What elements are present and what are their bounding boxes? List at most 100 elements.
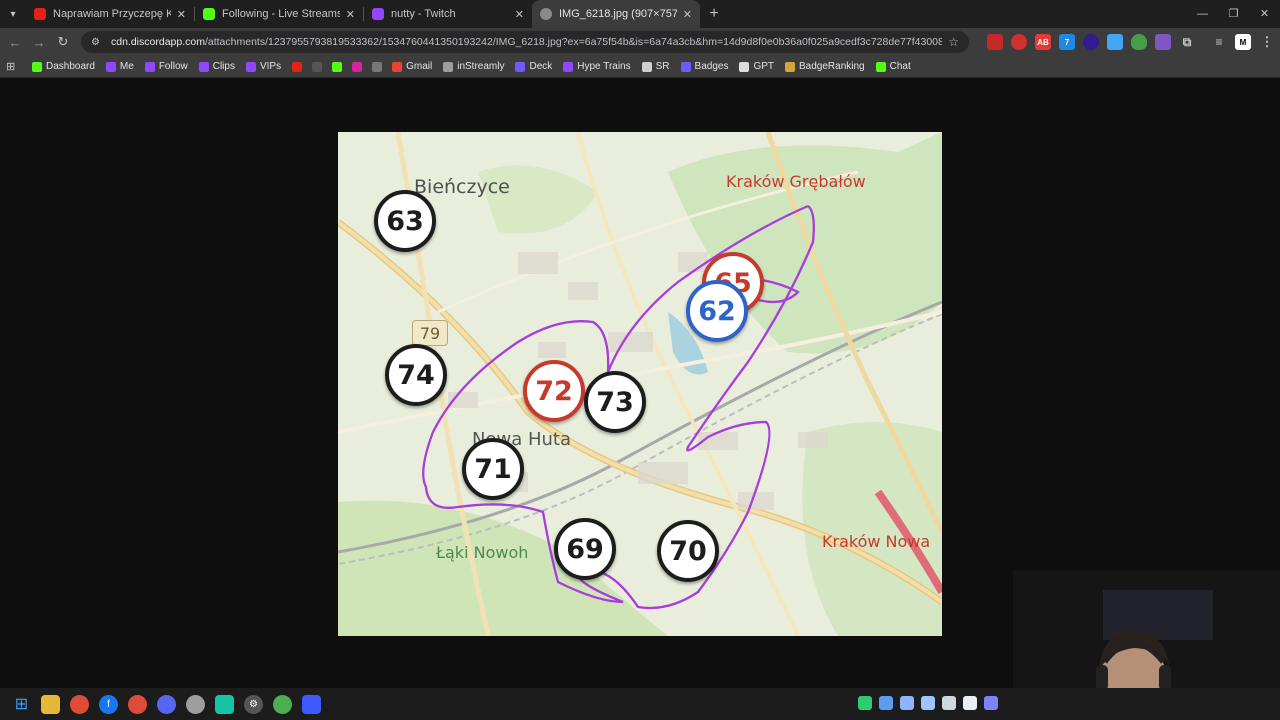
tab-youtube[interactable]: Naprawiam Przyczepę Kemping ✕ bbox=[26, 0, 194, 28]
site-info-icon[interactable]: ⚙ bbox=[91, 37, 103, 48]
map-marker: 74 bbox=[385, 344, 447, 406]
tray-icon[interactable] bbox=[921, 696, 935, 710]
browser-toolbar: ← → ↻ ⚙ cdn.discordapp.com/attachments/1… bbox=[0, 28, 1280, 56]
bookmark-item[interactable]: Me bbox=[105, 61, 134, 72]
bookmark-item[interactable] bbox=[352, 61, 366, 72]
system-tray bbox=[858, 696, 998, 710]
bookmark-item[interactable]: Chat bbox=[875, 61, 911, 72]
close-icon[interactable]: ✕ bbox=[683, 8, 692, 21]
map-marker: 70 bbox=[657, 520, 719, 582]
tab-kick[interactable]: Following - Live Streams on Kic ✕ bbox=[195, 0, 363, 28]
extension-icon[interactable] bbox=[1155, 34, 1171, 50]
apps-grid-icon[interactable]: ⊞ bbox=[6, 60, 22, 73]
tab-search-button[interactable]: ▾ bbox=[0, 0, 26, 28]
chrome-icon[interactable] bbox=[128, 694, 147, 714]
close-window-icon[interactable]: ✕ bbox=[1249, 0, 1280, 28]
bookmark-item[interactable]: VIPs bbox=[245, 61, 282, 72]
app-icon[interactable] bbox=[186, 694, 205, 714]
bookmark-item[interactable]: Deck bbox=[515, 61, 552, 72]
tray-icon[interactable] bbox=[900, 696, 914, 710]
adblock-icon[interactable]: AB bbox=[1035, 34, 1051, 50]
extension-icon[interactable] bbox=[987, 34, 1003, 50]
discord-icon[interactable] bbox=[157, 694, 176, 714]
map-place-label: Kraków Grębałów bbox=[726, 172, 866, 191]
close-icon[interactable]: ✕ bbox=[515, 8, 524, 21]
new-tab-button[interactable]: + bbox=[700, 5, 728, 23]
bookmark-item[interactable] bbox=[312, 61, 326, 72]
taskbar: ⊞ f ⚙ bbox=[0, 688, 1280, 720]
bookmark-favicon-icon bbox=[443, 61, 454, 72]
bookmark-star-icon[interactable]: ☆ bbox=[948, 35, 959, 49]
tray-icon[interactable] bbox=[942, 696, 956, 710]
shield-icon[interactable] bbox=[1131, 34, 1147, 50]
bookmark-item[interactable] bbox=[332, 61, 346, 72]
bookmark-favicon-icon bbox=[515, 61, 526, 72]
bookmark-favicon-icon bbox=[32, 61, 42, 72]
bookmark-label: Badges bbox=[694, 61, 729, 72]
restore-icon[interactable]: ❐ bbox=[1218, 0, 1249, 28]
tab-title: Naprawiam Przyczepę Kemping bbox=[53, 8, 171, 20]
bookmark-item[interactable]: Clips bbox=[198, 61, 235, 72]
back-icon[interactable]: ← bbox=[3, 35, 27, 50]
bookmark-favicon-icon bbox=[372, 61, 383, 72]
app-icon[interactable] bbox=[215, 694, 234, 714]
tab-strip: ▾ Naprawiam Przyczepę Kemping ✕ Followin… bbox=[0, 0, 1280, 28]
tab-twitch[interactable]: nutty - Twitch ✕ bbox=[364, 0, 532, 28]
tray-icon[interactable] bbox=[963, 696, 977, 710]
url-text: cdn.discordapp.com/attachments/123795579… bbox=[111, 36, 942, 48]
tray-icon[interactable] bbox=[879, 696, 893, 710]
map-marker: 71 bbox=[462, 438, 524, 500]
windows-start-icon[interactable]: ⊞ bbox=[12, 695, 31, 714]
tray-icon[interactable] bbox=[858, 696, 872, 710]
close-icon[interactable]: ✕ bbox=[177, 8, 186, 21]
bookmark-item[interactable]: Hype Trains bbox=[563, 61, 631, 72]
extension-icon[interactable] bbox=[1011, 34, 1027, 50]
app-icon[interactable] bbox=[302, 694, 321, 714]
close-icon[interactable]: ✕ bbox=[346, 8, 355, 21]
address-bar[interactable]: ⚙ cdn.discordapp.com/attachments/1237955… bbox=[81, 31, 969, 53]
extension-icon[interactable] bbox=[1107, 34, 1123, 50]
bookmark-item[interactable]: Dashboard bbox=[32, 61, 95, 72]
reload-icon[interactable]: ↻ bbox=[51, 34, 75, 50]
chrome-icon[interactable] bbox=[273, 694, 292, 714]
bookmark-item[interactable]: BadgeRanking bbox=[785, 61, 865, 72]
extension-icon[interactable] bbox=[1083, 34, 1099, 50]
bookmark-favicon-icon bbox=[105, 61, 116, 72]
settings-icon[interactable]: ⚙ bbox=[244, 694, 263, 714]
tray-icon[interactable] bbox=[984, 696, 998, 710]
minimize-icon[interactable]: — bbox=[1187, 0, 1218, 28]
map-marker: 62 bbox=[686, 280, 748, 342]
map-marker: 73 bbox=[584, 371, 646, 433]
bookmark-item[interactable] bbox=[292, 61, 306, 72]
bookmark-item[interactable]: Follow bbox=[144, 61, 188, 72]
forward-icon[interactable]: → bbox=[27, 35, 51, 50]
bookmark-item[interactable] bbox=[372, 61, 386, 72]
bookmark-favicon-icon bbox=[739, 61, 750, 72]
map-image[interactable]: Bieńczyce Kraków Grębałów Nowa Huta Łąki… bbox=[338, 132, 942, 636]
file-explorer-icon[interactable] bbox=[41, 694, 60, 714]
tab-title: IMG_6218.jpg (907×757) bbox=[559, 8, 677, 20]
bookmark-item[interactable]: inStreamly bbox=[443, 61, 504, 72]
tab-image[interactable]: IMG_6218.jpg (907×757) ✕ bbox=[532, 0, 700, 28]
bookmark-item[interactable]: SR bbox=[641, 61, 670, 72]
chrome-icon[interactable] bbox=[70, 694, 89, 714]
bookmark-favicon-icon bbox=[875, 61, 886, 72]
bookmark-label: inStreamly bbox=[457, 61, 505, 72]
bookmark-label: Dashboard bbox=[46, 61, 95, 72]
bookmark-favicon-icon bbox=[392, 61, 403, 72]
bookmark-item[interactable]: Gmail bbox=[392, 61, 432, 72]
extension-icon[interactable]: 7 bbox=[1059, 34, 1075, 50]
bookmark-item[interactable]: GPT bbox=[739, 61, 774, 72]
facebook-icon[interactable]: f bbox=[99, 694, 118, 714]
media-icon[interactable]: ≡ bbox=[1211, 34, 1227, 50]
bookmark-label: Chat bbox=[889, 61, 911, 72]
map-place-label: Łąki Nowoh bbox=[436, 543, 529, 562]
bookmark-label: Deck bbox=[529, 61, 553, 72]
bookmark-item[interactable]: Badges bbox=[680, 61, 729, 72]
puzzle-icon[interactable]: ⧉ bbox=[1179, 34, 1195, 50]
road-number-sign: 79 bbox=[412, 320, 448, 346]
profile-icon[interactable]: M bbox=[1235, 34, 1251, 50]
bookmark-label: VIPs bbox=[259, 61, 282, 72]
menu-icon[interactable]: ⋮ bbox=[1259, 34, 1275, 50]
bookmark-label: GPT bbox=[753, 61, 775, 72]
